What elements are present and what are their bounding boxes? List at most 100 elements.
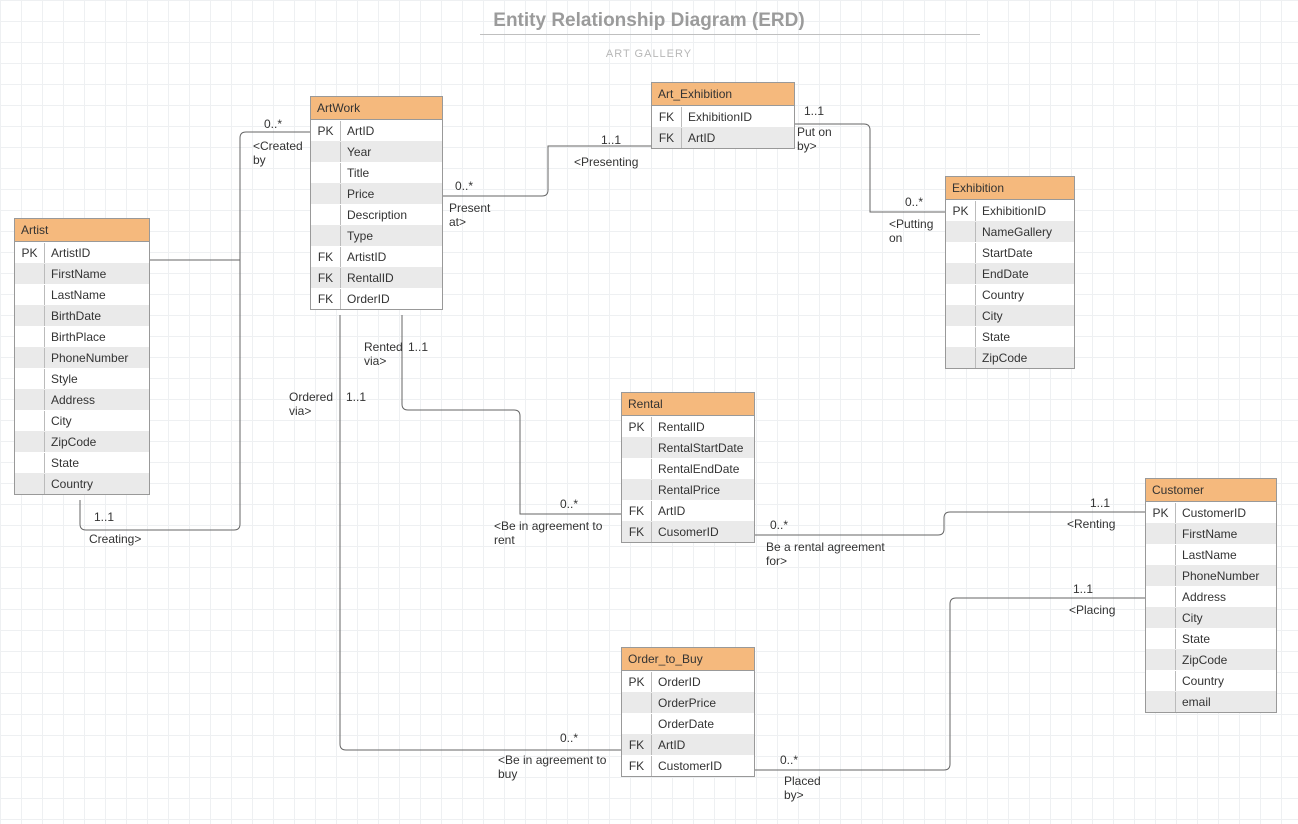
label-relationship: <Putting on [889, 217, 933, 246]
field-column: ArtID [652, 501, 754, 521]
entity-exhibition: Exhibition PKExhibitionIDNameGalleryStar… [945, 176, 1075, 369]
field-column: LastName [45, 285, 149, 305]
key-column [15, 369, 45, 389]
label-cardinality: 0..* [455, 179, 473, 193]
entity-row: Year [311, 141, 442, 162]
label-relationship: <Renting [1067, 517, 1115, 531]
key-column: FK [622, 501, 652, 521]
entity-row: ZipCode [1146, 649, 1276, 670]
field-column: CusomerID [652, 522, 754, 542]
key-column [1146, 692, 1176, 712]
entity-row: EndDate [946, 263, 1074, 284]
entity-row: PKOrderID [622, 671, 754, 692]
field-column: State [976, 327, 1074, 347]
key-column [622, 480, 652, 500]
entity-row: RentalEndDate [622, 458, 754, 479]
entity-row: OrderDate [622, 713, 754, 734]
entity-row: Country [15, 473, 149, 494]
field-column: City [45, 411, 149, 431]
label-relationship: <Be in agreement to buy [498, 753, 606, 782]
entity-artist: Artist PKArtistIDFirstNameLastNameBirthD… [14, 218, 150, 495]
entity-row: PKExhibitionID [946, 200, 1074, 221]
key-column [946, 264, 976, 284]
key-column [946, 285, 976, 305]
field-column: NameGallery [976, 222, 1074, 242]
field-column: Type [341, 226, 442, 246]
field-column: FirstName [1176, 524, 1276, 544]
entity-row: City [15, 410, 149, 431]
entity-row: BirthDate [15, 305, 149, 326]
key-column [15, 348, 45, 368]
entity-row: Description [311, 204, 442, 225]
key-column [15, 390, 45, 410]
key-column [622, 693, 652, 713]
field-column: ZipCode [976, 348, 1074, 368]
label-cardinality: 1..1 [1073, 582, 1093, 596]
entity-row: email [1146, 691, 1276, 712]
entity-rental: Rental PKRentalIDRentalStartDateRentalEn… [621, 392, 755, 543]
entity-row: Country [1146, 670, 1276, 691]
entity-row: PKRentalID [622, 416, 754, 437]
entity-row: City [946, 305, 1074, 326]
title-underline [480, 34, 980, 35]
key-column [1146, 650, 1176, 670]
label-cardinality: 1..1 [346, 390, 366, 404]
key-column [15, 453, 45, 473]
entity-title: Exhibition [946, 177, 1074, 200]
entity-body: PKArtIDYearTitlePriceDescriptionTypeFKAr… [311, 120, 442, 309]
field-column: RentalID [652, 417, 754, 437]
label-relationship: <Presenting [574, 155, 638, 169]
field-column: ExhibitionID [682, 107, 794, 127]
entity-row: PhoneNumber [1146, 565, 1276, 586]
field-column: State [45, 453, 149, 473]
field-column: ZipCode [1176, 650, 1276, 670]
key-column [946, 306, 976, 326]
field-column: FirstName [45, 264, 149, 284]
entity-row: RentalPrice [622, 479, 754, 500]
label-cardinality: 0..* [770, 518, 788, 532]
key-column: FK [622, 735, 652, 755]
key-column [1146, 587, 1176, 607]
key-column [1146, 671, 1176, 691]
key-column: PK [311, 121, 341, 141]
key-column [15, 474, 45, 494]
entity-artwork: ArtWork PKArtIDYearTitlePriceDescription… [310, 96, 443, 310]
entity-row: PKCustomerID [1146, 502, 1276, 523]
key-column [1146, 608, 1176, 628]
label-relationship: <Created by [253, 139, 303, 168]
key-column [946, 348, 976, 368]
field-column: RentalEndDate [652, 459, 754, 479]
field-column: LastName [1176, 545, 1276, 565]
diagram-subtitle: ART GALLERY [0, 48, 1298, 60]
entity-row: Country [946, 284, 1074, 305]
entity-row: FKArtID [622, 500, 754, 521]
label-cardinality: 1..1 [94, 510, 114, 524]
key-column: PK [15, 243, 45, 263]
field-column: ArtistID [45, 243, 149, 263]
entity-title: Order_to_Buy [622, 648, 754, 671]
entity-title: Artist [15, 219, 149, 242]
entity-row: RentalStartDate [622, 437, 754, 458]
field-column: email [1176, 692, 1276, 712]
field-column: RentalID [341, 268, 442, 288]
field-column: Country [1176, 671, 1276, 691]
key-column: PK [1146, 503, 1176, 523]
key-column [15, 264, 45, 284]
field-column: ArtistID [341, 247, 442, 267]
entity-row: Style [15, 368, 149, 389]
entity-row: FKArtID [652, 127, 794, 148]
field-column: OrderDate [652, 714, 754, 734]
field-column: City [976, 306, 1074, 326]
field-column: ZipCode [45, 432, 149, 452]
entity-body: PKArtistIDFirstNameLastNameBirthDateBirt… [15, 242, 149, 494]
key-column: PK [622, 672, 652, 692]
entity-title: Customer [1146, 479, 1276, 502]
label-cardinality: 1..1 [408, 340, 428, 354]
entity-row: State [946, 326, 1074, 347]
field-column: CustomerID [1176, 503, 1276, 523]
entity-row: Title [311, 162, 442, 183]
key-column [622, 438, 652, 458]
field-column: ArtID [652, 735, 754, 755]
field-column: Description [341, 205, 442, 225]
label-relationship: Placed by> [784, 774, 821, 803]
